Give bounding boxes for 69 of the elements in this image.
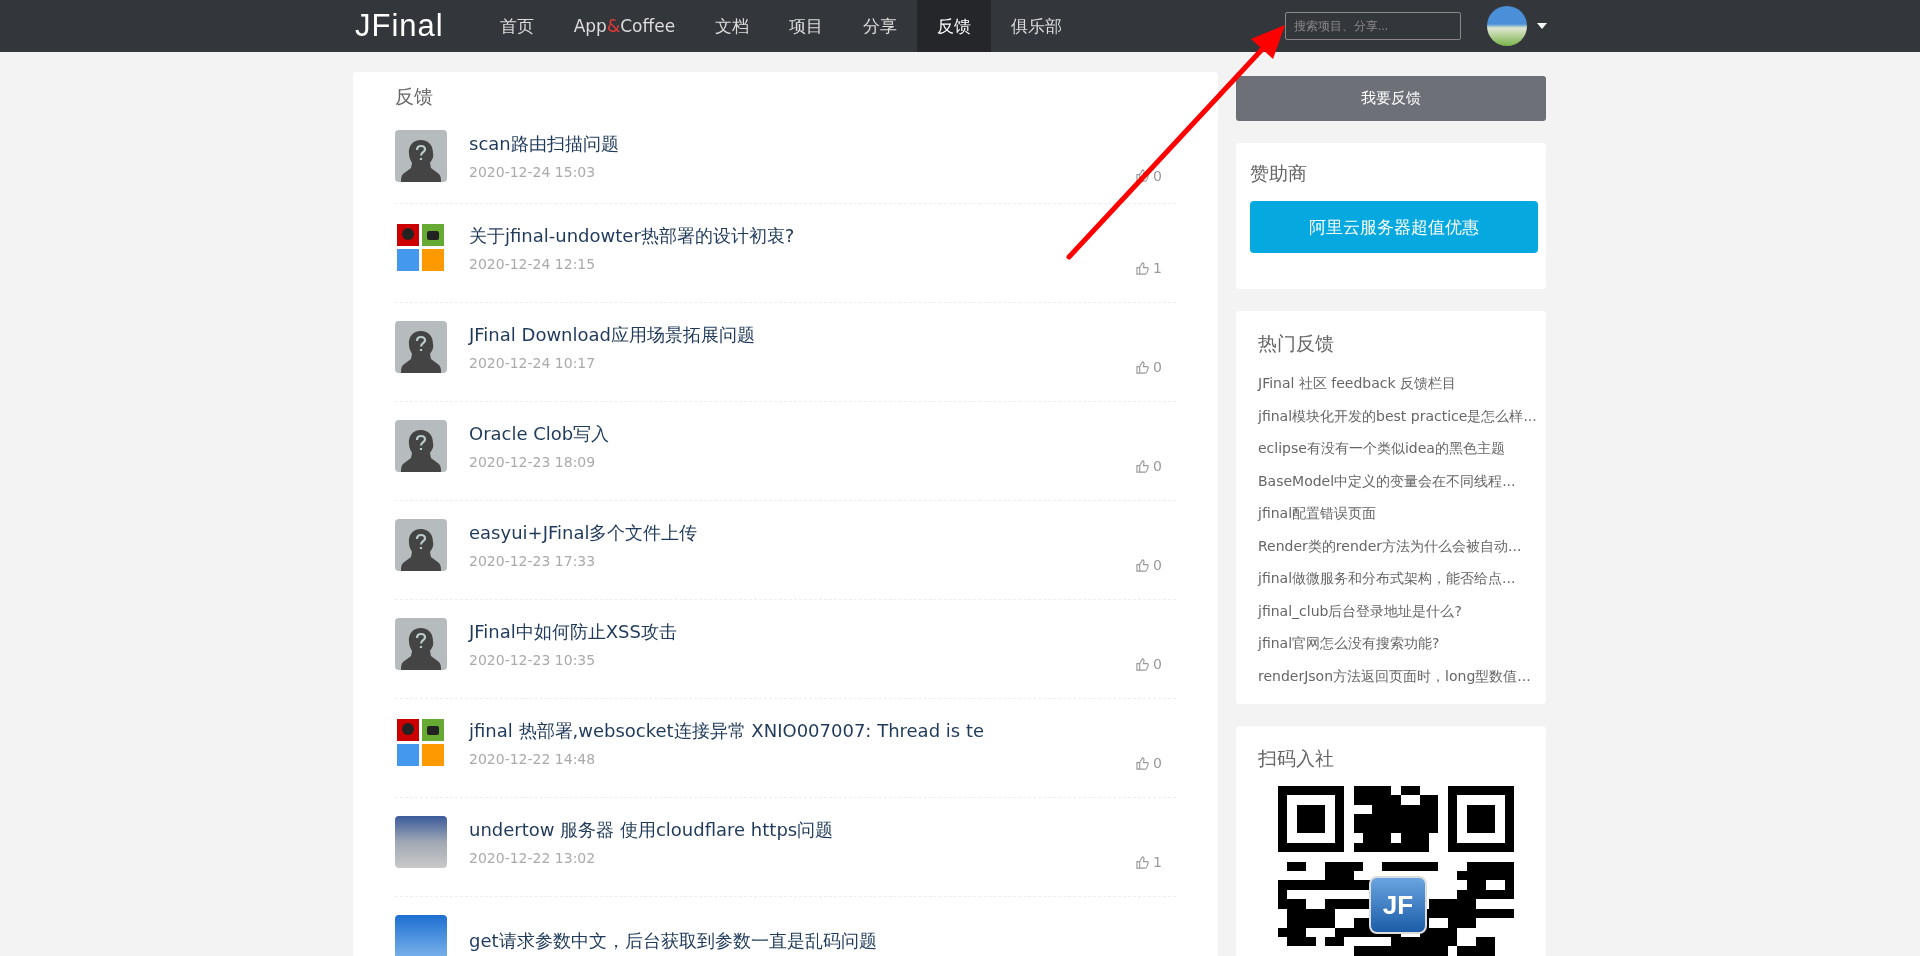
post-time: 2020-12-22 14:48 bbox=[469, 751, 597, 767]
post-title-link[interactable]: undertow 服务器 使用cloudflare https问题 bbox=[469, 818, 1137, 842]
nav-link[interactable]: 文档 bbox=[695, 0, 770, 52]
post-title-link[interactable]: Oracle Clob写入 bbox=[469, 422, 1137, 446]
search-field[interactable]: 搜索项目、分享... bbox=[1285, 12, 1461, 40]
tile-avatar-icon[interactable] bbox=[395, 717, 447, 769]
like-count: 0 bbox=[1153, 167, 1162, 184]
default-avatar-icon[interactable] bbox=[395, 321, 447, 373]
post-time: 2020-12-22 13:02 bbox=[469, 850, 597, 866]
post-title-link[interactable]: JFinal中如何防止XSS攻击 bbox=[469, 620, 1137, 644]
like-count: 0 bbox=[1153, 656, 1162, 672]
nav-link[interactable]: 项目 bbox=[769, 0, 844, 52]
thumbs-up-icon[interactable] bbox=[1136, 657, 1150, 671]
default-avatar-icon[interactable] bbox=[395, 519, 447, 571]
tile-avatar-icon[interactable] bbox=[395, 222, 447, 274]
hot-feedback-link[interactable]: jfinal_club后台登录地址是什么? bbox=[1258, 594, 1536, 627]
post-title-link[interactable]: JFinal Download应用场景拓展问题 bbox=[469, 323, 1137, 347]
nav-link[interactable]: 俱乐部 bbox=[991, 0, 1083, 52]
nav-link[interactable]: 分享 bbox=[843, 0, 918, 52]
hot-feedback-link[interactable]: jfinal配置错误页面 bbox=[1258, 497, 1536, 530]
post-title-link[interactable]: 关于jfinal-undowter热部署的设计初衷? bbox=[469, 224, 1137, 248]
hot-feedback-link[interactable]: JFinal 社区 feedback 反馈栏目 bbox=[1258, 367, 1536, 400]
thumbs-up-icon[interactable] bbox=[1136, 459, 1150, 473]
like-count: 1 bbox=[1153, 854, 1162, 870]
post-time: 2020-12-23 17:33 bbox=[469, 553, 597, 569]
nav-link[interactable]: 反馈 bbox=[917, 0, 992, 52]
thumbs-up-icon[interactable] bbox=[1136, 169, 1150, 182]
default-avatar-icon[interactable] bbox=[395, 420, 447, 472]
hot-feedback-link[interactable]: jfinal做微服务和分布式架构，能否给点... bbox=[1258, 562, 1536, 595]
qr-logo: JF bbox=[1369, 876, 1427, 934]
post-time: 2020-12-23 18:09 bbox=[469, 454, 597, 470]
hot-feedback-link[interactable]: eclipse有没有一个类似idea的黑色主题 bbox=[1258, 432, 1536, 465]
default-avatar-icon[interactable] bbox=[395, 618, 447, 670]
card-title: 扫码入社 bbox=[1258, 746, 1335, 771]
post-title-link[interactable]: scan路由扫描问题 bbox=[469, 131, 1137, 156]
like-count: 0 bbox=[1153, 557, 1162, 573]
hot-feedback-link[interactable]: renderJson方法返回页面时，long型数值... bbox=[1258, 659, 1536, 692]
post-time: 2020-12-24 10:17 bbox=[469, 355, 597, 371]
card-title: 赞助商 bbox=[1250, 161, 1308, 186]
hot-feedback-link[interactable]: BaseModel中定义的变量会在不同线程... bbox=[1258, 464, 1536, 497]
post-time: 2020-12-23 10:35 bbox=[469, 652, 597, 668]
hot-feedback-link[interactable]: jfinal模块化开发的best practice是怎么样... bbox=[1258, 399, 1536, 432]
like-count: 0 bbox=[1153, 359, 1162, 375]
thumbs-up-icon[interactable] bbox=[1136, 855, 1150, 869]
site-logo[interactable]: JFinal bbox=[355, 8, 444, 44]
nav-link[interactable]: App&Coffee bbox=[553, 0, 696, 52]
like-count: 1 bbox=[1153, 260, 1162, 276]
thumbs-up-icon[interactable] bbox=[1136, 756, 1150, 770]
like-count: 0 bbox=[1153, 755, 1162, 771]
like-count: 0 bbox=[1153, 458, 1162, 474]
card-title: 热门反馈 bbox=[1258, 331, 1335, 356]
thumbs-up-icon[interactable] bbox=[1136, 558, 1150, 572]
default-avatar-icon[interactable] bbox=[395, 129, 447, 182]
photo-placeholder[interactable] bbox=[395, 816, 447, 868]
hot-feedback-link[interactable]: Render类的render方法为什么会被自动... bbox=[1258, 529, 1536, 562]
thumbs-up-icon[interactable] bbox=[1136, 261, 1150, 275]
caret-icon[interactable] bbox=[1537, 23, 1547, 29]
post-title-link[interactable]: jfinal 热部署,websocket连接异常 XNIO007007: Thread is te bbox=[469, 719, 1137, 743]
post-time: 2020-12-24 15:03 bbox=[469, 163, 597, 180]
post-time: 2020-12-24 12:15 bbox=[469, 256, 597, 272]
feedback-button[interactable]: 我要反馈 bbox=[1236, 76, 1546, 121]
hot-feedback-link[interactable]: jfinal官网怎么没有搜索功能? bbox=[1258, 627, 1536, 660]
post-title-link[interactable]: easyui+JFinal多个文件上传 bbox=[469, 521, 1137, 545]
section-title: 反馈 bbox=[395, 84, 434, 109]
user-avatar-icon[interactable] bbox=[1487, 6, 1527, 46]
post-title-link[interactable]: get请求参数中文，后台获取到参数一直是乱码问题 bbox=[469, 929, 1176, 953]
thumbs-up-icon[interactable] bbox=[1136, 360, 1150, 374]
photo-placeholder[interactable] bbox=[395, 915, 447, 956]
nav-link[interactable]: 首页 bbox=[479, 0, 554, 52]
